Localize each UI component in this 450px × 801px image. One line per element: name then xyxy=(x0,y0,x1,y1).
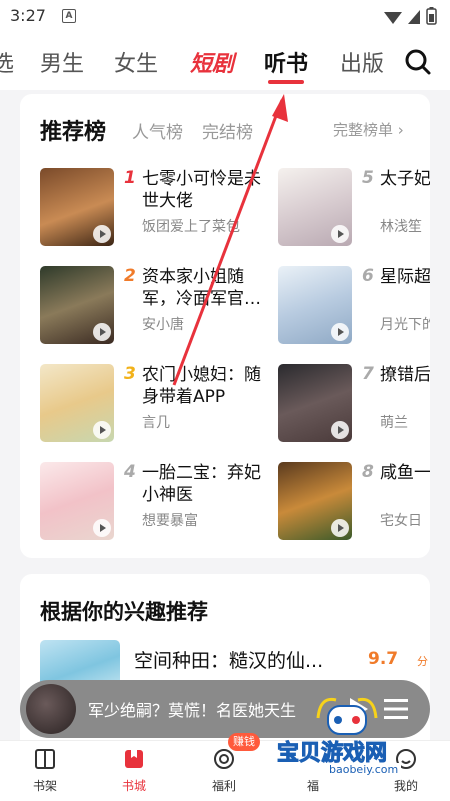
nav-label: 我的 xyxy=(393,779,418,793)
book-author: 安小唐 xyxy=(142,317,184,333)
book-cover xyxy=(278,364,352,442)
book-author: 言几 xyxy=(142,415,170,431)
notification-a-icon: A xyxy=(62,9,76,23)
tab-male[interactable]: 男生 xyxy=(40,46,84,78)
book-score: 9.7 xyxy=(368,649,399,669)
play-icon[interactable] xyxy=(93,421,111,439)
book-title: 星际超 xyxy=(380,267,430,287)
nav-label: 福利 xyxy=(211,779,236,793)
nav-bookshelf[interactable]: 书架 xyxy=(15,741,75,801)
play-icon[interactable] xyxy=(331,225,349,243)
nav-label: 书架 xyxy=(32,779,57,793)
book-title: 资本家小姐随军，冷面军官… xyxy=(142,267,261,309)
play-icon[interactable] xyxy=(331,323,349,341)
book-cover xyxy=(40,462,114,540)
book-author: 宅女日 xyxy=(380,513,422,529)
book-cover xyxy=(278,462,352,540)
play-icon[interactable] xyxy=(331,421,349,439)
rank-number: 5 xyxy=(362,168,374,188)
tab-popular[interactable]: 人气榜 xyxy=(132,118,183,143)
system-icons xyxy=(382,6,440,30)
category-tabs: 选 男生 女生 短剧 听书 出版 xyxy=(0,32,450,90)
status-time: 3:27 xyxy=(10,6,46,25)
play-icon[interactable] xyxy=(331,519,349,537)
full-ranking-link[interactable]: 完整榜单 › xyxy=(333,119,404,140)
book-cover xyxy=(40,266,114,344)
welfare-icon xyxy=(212,747,236,771)
nav-label: 书城 xyxy=(121,779,146,793)
score-unit: 分 xyxy=(417,655,428,668)
tab-partial[interactable]: 选 xyxy=(0,46,14,78)
active-tab-indicator xyxy=(268,80,304,84)
tab-female[interactable]: 女生 xyxy=(114,46,158,78)
book-title: 咸鱼一生活 xyxy=(380,463,430,483)
ranking-book[interactable]: 8 咸鱼一生活 宅女日 xyxy=(278,462,430,542)
watermark-url: baobeiy.com xyxy=(326,763,402,776)
rank-number: 7 xyxy=(362,364,374,384)
nav-bookstore[interactable]: 书城 xyxy=(104,741,164,801)
ranking-book[interactable]: 6 星际超 月光下的 xyxy=(278,266,430,346)
play-icon[interactable] xyxy=(93,519,111,537)
tab-audiobook[interactable]: 听书 xyxy=(264,46,308,78)
book-cover xyxy=(40,168,114,246)
rank-number: 8 xyxy=(362,462,374,482)
book-title: 撩错后男小叔 xyxy=(380,365,430,385)
player-cover[interactable] xyxy=(26,684,76,734)
tab-short-drama[interactable]: 短剧 xyxy=(190,46,234,78)
book-title: 一胎二宝：弃妃小神医 xyxy=(142,463,261,505)
player-title: 军少绝嗣？莫慌！名医她天生 xyxy=(88,701,297,720)
play-icon[interactable] xyxy=(93,323,111,341)
rank-number: 2 xyxy=(124,266,136,286)
book-title: 农门小媳妇：随身带着APP xyxy=(142,365,261,407)
wifi-icon xyxy=(384,12,402,24)
bookstore-icon xyxy=(122,747,146,771)
tab-publishing[interactable]: 出版 xyxy=(340,46,384,78)
ranking-book[interactable]: 5 太子妃佬 林浅笙 xyxy=(278,168,430,248)
ranking-card: 推荐榜 人气榜 完结榜 完整榜单 › 1 七零小可怜是未世大佬 饭团爱上了菜包 … xyxy=(20,94,430,558)
book-author: 想要暴富 xyxy=(142,513,198,529)
earn-badge: 赚钱 xyxy=(228,733,260,751)
nav-label: 福 xyxy=(306,779,319,793)
signal-icon xyxy=(408,10,420,24)
book-author: 萌兰 xyxy=(380,415,408,431)
rank-number: 1 xyxy=(124,168,136,188)
rank-number: 6 xyxy=(362,266,374,286)
book-cover xyxy=(278,168,352,246)
rank-number: 3 xyxy=(124,364,136,384)
book-author: 饭团爱上了菜包 xyxy=(142,219,240,235)
bookshelf-icon xyxy=(33,747,57,771)
ranking-title: 推荐榜 xyxy=(40,120,107,145)
book-title: 太子妃佬 xyxy=(380,169,430,189)
interest-title: 根据你的兴趣推荐 xyxy=(40,600,208,624)
search-icon[interactable] xyxy=(404,48,432,76)
ranking-book[interactable]: 7 撩错后男小叔 萌兰 xyxy=(278,364,430,444)
tab-completed[interactable]: 完结榜 xyxy=(202,118,253,143)
rank-number: 4 xyxy=(124,462,136,482)
book-author: 林浅笙 xyxy=(380,219,422,235)
status-bar: 3:27 A xyxy=(0,0,450,32)
book-cover xyxy=(278,266,352,344)
book-author: 月光下的 xyxy=(380,317,430,333)
book-title[interactable]: 空间种田：糙汉的仙... xyxy=(134,646,323,673)
book-cover xyxy=(40,364,114,442)
book-title: 七零小可怜是未世大佬 xyxy=(142,169,261,211)
play-icon[interactable] xyxy=(93,225,111,243)
